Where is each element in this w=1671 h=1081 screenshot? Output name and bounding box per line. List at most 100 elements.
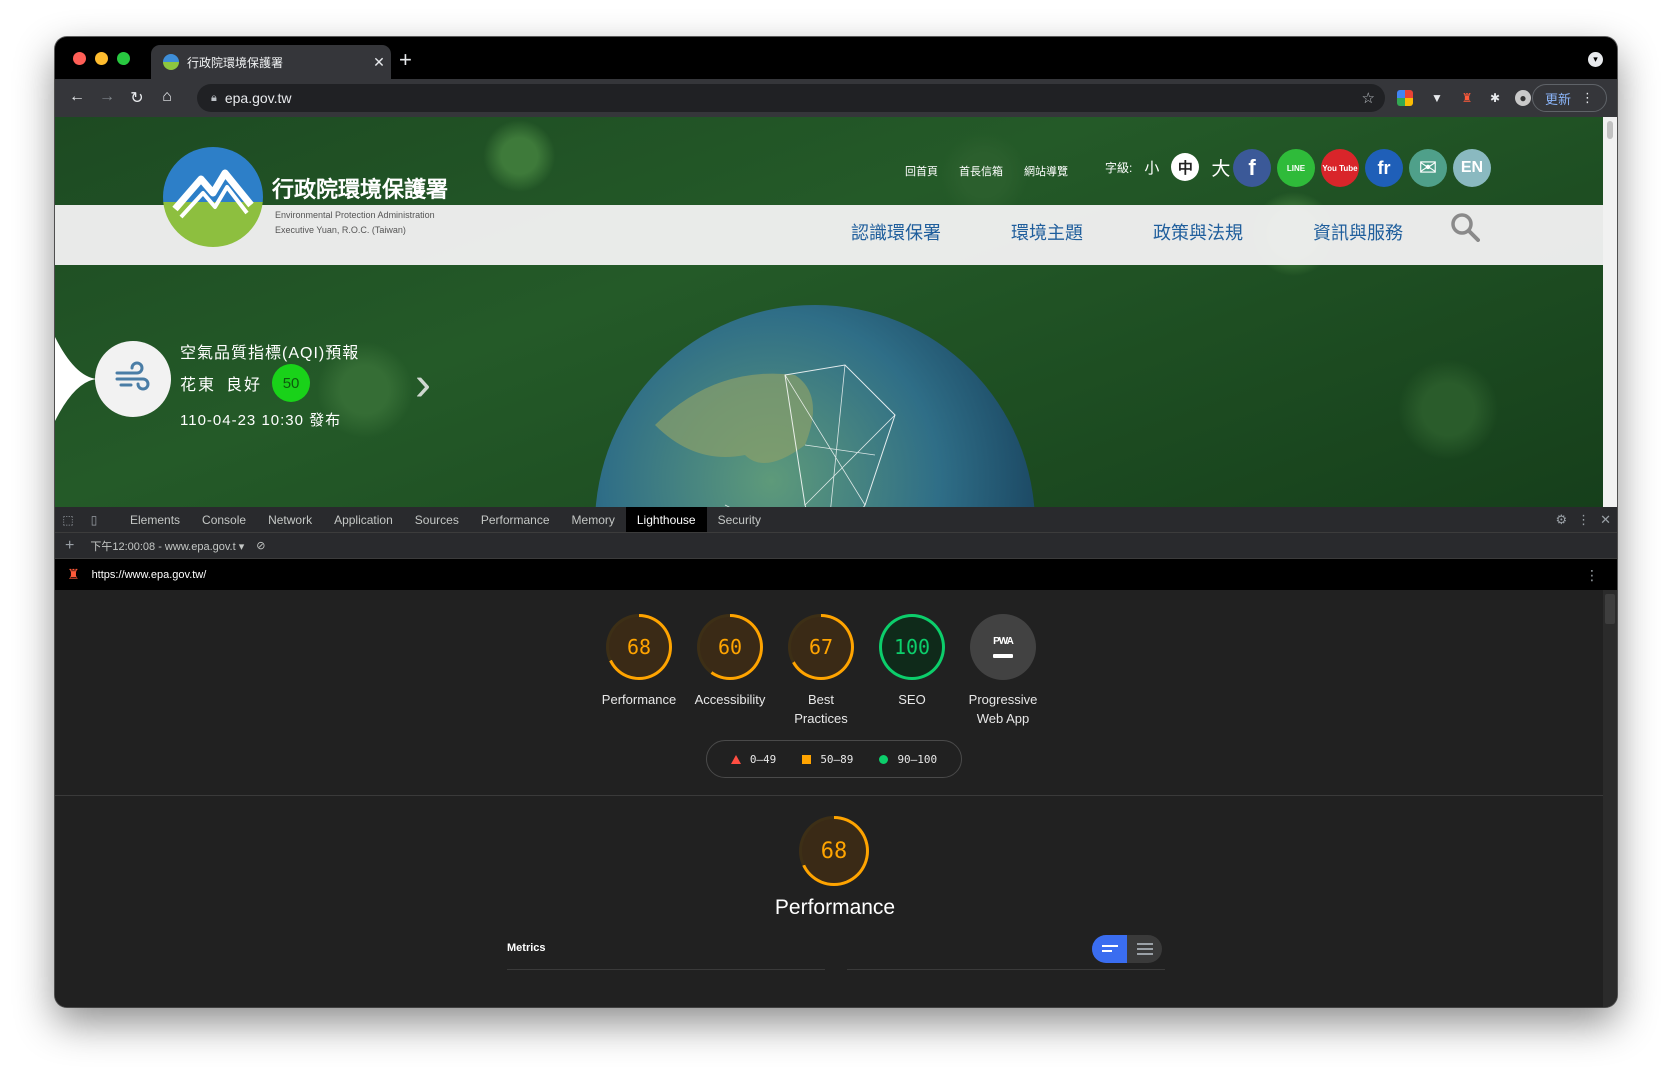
home-button[interactable]: ⌂ (157, 88, 177, 106)
font-size-label: 字級: (1105, 160, 1133, 175)
profile-avatar[interactable]: ● (1515, 90, 1531, 106)
lighthouse-toolbar: + 下午12:00:08 - www.epa.gov.t ▾ ⊘ (55, 533, 1617, 559)
browser-tab[interactable]: 行政院環境保護署 ✕ (151, 45, 391, 79)
page-scrollbar[interactable] (1603, 117, 1617, 507)
site-subtitle: Environmental Protection Administration … (275, 208, 435, 238)
font-size-small[interactable]: 小 (1144, 157, 1159, 178)
aqi-value-badge: 50 (272, 364, 311, 402)
tab-spacer (107, 507, 119, 532)
close-tab-icon[interactable]: ✕ (367, 54, 391, 71)
section-divider (55, 795, 1603, 796)
gauge-ring: 68 (799, 816, 869, 886)
gauge-score: 67 (791, 617, 851, 677)
device-toolbar-icon[interactable]: ▯ (81, 507, 107, 532)
color-extension-icon[interactable] (1397, 90, 1413, 106)
reload-button[interactable]: ↻ (127, 88, 147, 108)
lighthouse-url-bar: ♜ https://www.epa.gov.tw/ ⋮ (55, 559, 1617, 590)
epa-logo[interactable] (163, 147, 263, 247)
tab-memory[interactable]: Memory (561, 507, 626, 532)
link-home[interactable]: 回首頁 (905, 163, 938, 179)
new-report-icon[interactable]: + (65, 537, 74, 555)
tab-application[interactable]: Application (323, 507, 404, 532)
inspect-element-icon[interactable]: ⬚ (55, 507, 81, 532)
devtools-controls: ⚙ ⋮ ✕ (1555, 507, 1611, 533)
forward-button[interactable]: → (97, 88, 117, 106)
report-scrollbar-thumb[interactable] (1605, 594, 1615, 624)
vue-extension-icon[interactable]: ▼ (1429, 90, 1445, 106)
aqi-location: 花東 (180, 377, 217, 394)
more-menu-icon[interactable]: ⋮ (1581, 90, 1594, 106)
gauge-score: 60 (700, 617, 760, 677)
facebook-icon[interactable]: f (1233, 149, 1271, 187)
minimize-window-button[interactable] (95, 52, 108, 65)
report-selector[interactable]: 下午12:00:08 - www.epa.gov.t ▾ (90, 538, 244, 554)
font-size-large[interactable]: 大 (1211, 154, 1230, 181)
chevron-right-icon[interactable]: › (415, 357, 431, 412)
tab-performance[interactable]: Performance (470, 507, 561, 532)
devtools-panel: ⬚ ▯ Elements Console Network Application… (55, 507, 1617, 1007)
gauge-performance[interactable]: 68 Performance (602, 614, 676, 728)
aqi-status-row: 花東 良好 50 (180, 364, 311, 402)
top-links: 回首頁 首長信箱 網站導覽 (905, 163, 1068, 179)
gauge-seo[interactable]: 100 SEO (876, 614, 948, 728)
gauge-accessibility[interactable]: 60 Accessibility (694, 614, 766, 728)
tab-lighthouse[interactable]: Lighthouse (625, 507, 707, 532)
flickr-icon[interactable]: fr (1365, 149, 1403, 187)
devtools-menu-icon[interactable]: ⋮ (1577, 512, 1590, 528)
close-window-button[interactable] (73, 52, 86, 65)
aqi-status: 良好 (226, 377, 263, 394)
clear-reports-icon[interactable]: ⊘ (256, 539, 265, 552)
site-name[interactable]: 行政院環境保護署 (272, 172, 448, 204)
bookmark-star-icon[interactable]: ☆ (1362, 89, 1375, 107)
nav-about[interactable]: 認識環保署 (851, 219, 941, 245)
gauge-best-practices[interactable]: 67 Best Practices (785, 614, 857, 728)
main-nav: 認識環保署 環境主題 政策與法規 資訊與服務 (851, 219, 1403, 245)
link-director-mailbox[interactable]: 首長信箱 (959, 163, 1003, 179)
zoom-window-button[interactable] (117, 52, 130, 65)
tab-strip: 行政院環境保護署 ✕ + ▾ (55, 37, 1617, 79)
metrics-label: Metrics (507, 942, 546, 954)
gauge-pwa[interactable]: PWA Progressive Web App (967, 614, 1039, 728)
gauge-ring: 67 (788, 614, 854, 680)
tab-sources[interactable]: Sources (404, 507, 470, 532)
tab-console[interactable]: Console (191, 507, 257, 532)
youtube-icon[interactable]: You Tube (1321, 149, 1359, 187)
tab-elements[interactable]: Elements (119, 507, 191, 532)
english-site-icon[interactable]: EN (1453, 149, 1491, 187)
back-button[interactable]: ← (67, 88, 87, 106)
lock-icon[interactable]: 🔒︎ (211, 92, 217, 105)
settings-gear-icon[interactable]: ⚙ (1555, 512, 1567, 528)
nav-topics[interactable]: 環境主題 (1011, 219, 1083, 245)
tab-network[interactable]: Network (257, 507, 323, 532)
pwa-mark: PWA (993, 636, 1014, 658)
page-scrollbar-thumb[interactable] (1607, 121, 1613, 139)
lighthouse-extension-icon[interactable]: ♜ (1459, 90, 1475, 106)
report-menu-icon[interactable]: ⋮ (1585, 567, 1599, 584)
nav-policies[interactable]: 政策與法規 (1153, 219, 1243, 245)
expanded-view-icon[interactable] (1127, 935, 1162, 963)
gauge-ring: 68 (606, 614, 672, 680)
tab-search-icon[interactable]: ▾ (1588, 52, 1603, 67)
font-size-medium[interactable]: 中 (1171, 153, 1200, 181)
section-score: 68 (802, 819, 866, 883)
nav-services[interactable]: 資訊與服務 (1313, 219, 1403, 245)
wind-icon (95, 341, 171, 417)
address-bar[interactable]: 🔒︎ epa.gov.tw ☆ (197, 84, 1385, 112)
tab-security[interactable]: Security (707, 507, 772, 532)
email-icon[interactable]: ✉ (1409, 149, 1447, 187)
link-sitemap[interactable]: 網站導覽 (1024, 163, 1068, 179)
report-scrollbar[interactable] (1603, 590, 1617, 1007)
aqi-published-time: 110-04-23 10:30 發布 (180, 412, 342, 429)
report-url[interactable]: https://www.epa.gov.tw/ (92, 569, 207, 581)
line-icon[interactable]: LINE (1277, 149, 1315, 187)
page-viewport: 行政院環境保護署 Environmental Protection Admini… (55, 117, 1603, 507)
update-button[interactable]: 更新 ⋮ (1531, 84, 1607, 112)
search-icon[interactable] (1450, 212, 1480, 242)
metrics-divider-left (507, 969, 825, 970)
close-devtools-icon[interactable]: ✕ (1600, 512, 1611, 528)
extensions-puzzle-icon[interactable]: ✱ (1487, 90, 1503, 106)
compact-view-icon[interactable] (1092, 935, 1127, 963)
social-links: f LINE You Tube fr ✉ EN (1233, 149, 1491, 187)
new-tab-button[interactable]: + (399, 47, 412, 73)
metrics-view-toggle[interactable] (1092, 935, 1162, 963)
